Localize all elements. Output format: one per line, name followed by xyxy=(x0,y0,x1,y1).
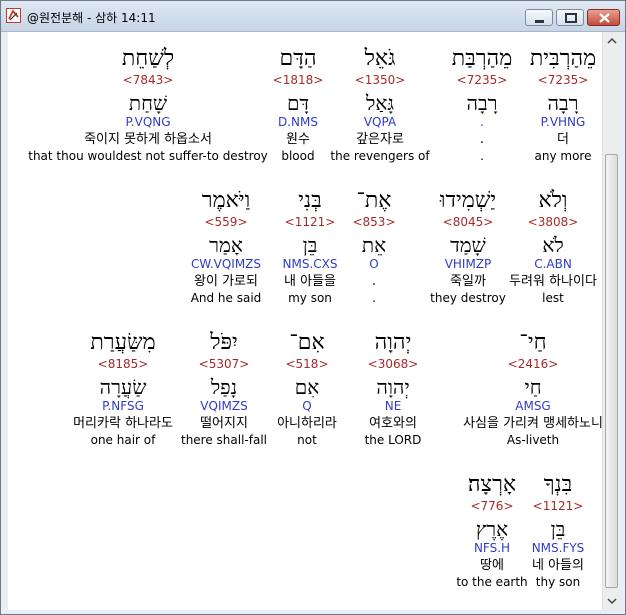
word-block[interactable]: וַיֹּאמֶר <559> אָמַר CW.VQIMZS 왕이 가로되 And he… xyxy=(166,188,286,305)
lemma-word: שַׂעֲרָה xyxy=(99,375,147,399)
strong-number[interactable]: <776> xyxy=(432,498,552,517)
strong-number[interactable]: <7843> xyxy=(28,72,268,91)
word-block[interactable]: מֵהַרְבַּת <7235> רָבָה... xyxy=(422,46,542,163)
korean-gloss: 죽이지 못하게 하옵소서 xyxy=(84,132,212,147)
window-title: @원전분해 - 삼하 14:11 xyxy=(27,11,156,25)
hebrew-word: לְשַׁחֵת xyxy=(121,46,175,71)
english-gloss: one hair of xyxy=(90,433,156,447)
hebrew-word: אָרְצָה׃ xyxy=(467,472,517,497)
strong-number[interactable]: <559> xyxy=(166,214,286,233)
english-gloss: And he said xyxy=(190,291,262,305)
close-icon xyxy=(599,13,610,23)
english-gloss: to the earth xyxy=(456,575,528,589)
maximize-icon xyxy=(565,13,577,23)
hebrew-word: וַיֹּאמֶר xyxy=(201,188,251,213)
strong-number[interactable]: <7235> xyxy=(422,72,542,91)
scrollbar-thumb[interactable] xyxy=(605,154,618,588)
hebrew-word: מִשַּׂעֲרַת xyxy=(90,330,156,355)
korean-gloss: 왕이 가로되 xyxy=(194,274,258,289)
parsing-code: NFS.H xyxy=(473,541,511,555)
parsing-code: CW.VQIMZS xyxy=(190,257,262,271)
strong-number[interactable]: <8185> xyxy=(8,356,243,375)
parsing-code: P.NFSG xyxy=(102,399,144,413)
word-block[interactable]: לְשַׁחֵת <7843> שָׁחַת P.VQNG 죽이지 못하게 하옵소서 th… xyxy=(28,46,268,163)
english-gloss: that thou wouldest not suffer-to destroy xyxy=(28,149,268,163)
title-bar[interactable]: @원전분해 - 삼하 14:11 xyxy=(1,1,625,32)
verse-panel: מֵהַרְבִּית <7235> רָבָה P.VHNG 더 any more מֵה… xyxy=(8,32,602,610)
lemma-word: אֶרֶץ xyxy=(475,517,509,541)
lemma-word: שָׁחַת xyxy=(128,91,168,115)
word-block[interactable]: אָרְצָה׃ <776> אֶרֶץ NFS.H 땅에 to the earth xyxy=(432,472,552,589)
maximize-button[interactable] xyxy=(556,9,584,26)
minimize-button[interactable] xyxy=(525,9,553,26)
korean-gloss: . xyxy=(479,132,485,147)
scroll-up-arrow-icon[interactable] xyxy=(604,33,620,49)
parsing-code: P.VQNG xyxy=(125,115,171,129)
hebrew-word: מֵהַרְבַּת xyxy=(451,46,513,71)
lemma-word: אָמַר xyxy=(209,233,243,257)
word-block[interactable]: מִשַּׂעֲרַת <8185> שַׂעֲרָה P.NFSG 머리카락 하나라도… xyxy=(8,330,243,447)
scroll-down-arrow-icon[interactable] xyxy=(604,593,620,609)
parsing-code: . xyxy=(480,115,484,129)
english-gloss: . xyxy=(480,149,484,163)
app-logo-icon xyxy=(6,8,21,23)
korean-gloss: 머리카락 하나라도 xyxy=(73,416,173,431)
minimize-icon xyxy=(535,20,544,23)
vertical-scrollbar[interactable] xyxy=(602,32,621,610)
app-window: @원전분해 - 삼하 14:11 מֵהַרְבִּית <7235> רָבָה P… xyxy=(0,0,626,615)
korean-gloss: 땅에 xyxy=(480,558,504,573)
lemma-word: רָבָה xyxy=(466,91,498,115)
close-button[interactable] xyxy=(587,9,620,26)
